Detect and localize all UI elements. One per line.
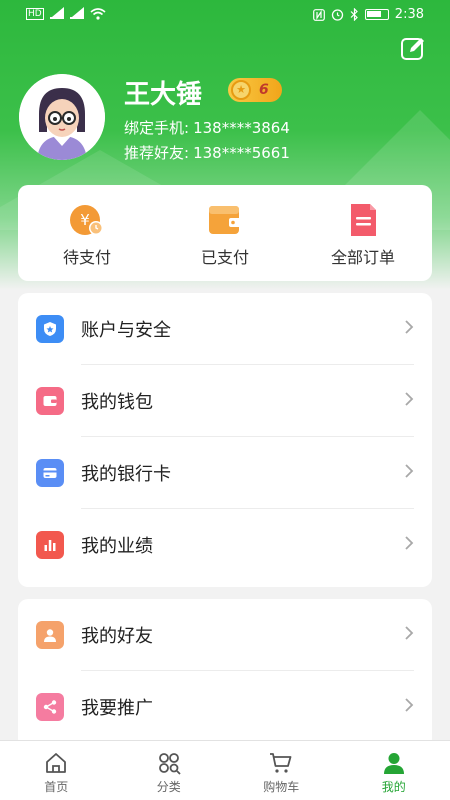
bound-phone-label: 绑定手机:: [124, 119, 190, 137]
hd-indicator: HD: [26, 8, 44, 20]
menu-item-performance[interactable]: 我的业绩: [18, 509, 432, 581]
chevron-right-icon: [404, 535, 414, 556]
battery-icon: [364, 9, 389, 20]
tab-home[interactable]: 首页: [0, 741, 113, 800]
shield-icon: [36, 315, 64, 343]
order-all-label: 全部订单: [330, 248, 395, 267]
avatar[interactable]: [19, 74, 105, 160]
bluetooth-icon: [350, 8, 358, 21]
referrer-value: 138****5661: [193, 144, 290, 162]
wallet-icon: [36, 387, 64, 415]
edit-profile-button[interactable]: [400, 36, 426, 62]
status-time: 2:38: [394, 7, 424, 22]
referrer-label: 推荐好友:: [124, 144, 190, 162]
bank-card-icon: [36, 459, 64, 487]
chevron-right-icon: [404, 697, 414, 718]
menu-item-account-security[interactable]: 账户与安全: [18, 293, 432, 365]
menu-item-label: 我的银行卡: [81, 464, 171, 485]
alarm-icon: [331, 9, 343, 21]
chevron-right-icon: [404, 625, 414, 646]
wallet-paid-icon: [207, 202, 243, 238]
order-list-icon: [345, 202, 381, 238]
tab-label: 我的: [381, 780, 406, 794]
avatar-illustration: [19, 74, 105, 160]
svg-text:¥: ¥: [80, 211, 90, 229]
user-name: 王大锤: [124, 80, 203, 110]
status-left: HD: [26, 7, 106, 20]
menu-item-wallet[interactable]: 我的钱包: [18, 365, 432, 437]
tab-label: 分类: [156, 780, 181, 794]
orders-card: ¥ 待支付 已支付 全部订单: [18, 185, 432, 281]
menu-group-account: 账户与安全 我的钱包 我的银行卡 我的业绩: [18, 293, 432, 587]
signal-icon: [69, 7, 84, 19]
tab-category[interactable]: 分类: [113, 741, 226, 800]
category-icon: [156, 750, 182, 776]
order-paid-label: 已支付: [200, 248, 249, 267]
order-all[interactable]: 全部订单: [294, 185, 432, 281]
bound-phone-value: 138****3864: [193, 119, 290, 137]
status-right: 2:38: [312, 7, 424, 22]
profile-icon: [381, 750, 407, 776]
order-pending-payment-label: 待支付: [62, 248, 111, 267]
share-icon: [36, 693, 64, 721]
home-icon: [43, 750, 69, 776]
tab-profile[interactable]: 我的: [338, 741, 450, 800]
tab-label: 首页: [44, 780, 69, 794]
edit-icon: [401, 38, 424, 60]
bottom-tab-bar: 首页 分类 购物车 我的: [0, 740, 450, 800]
tab-cart[interactable]: 购物车: [225, 741, 338, 800]
menu-item-friends[interactable]: 我的好友: [18, 599, 432, 671]
menu-group-social: 我的好友 我要推广: [18, 599, 432, 749]
star-coin-icon: ★: [231, 80, 251, 100]
bound-phone-line: 绑定手机: 138****3864: [124, 117, 290, 138]
menu-item-label: 我要推广: [81, 698, 153, 719]
pending-payment-icon: ¥: [69, 202, 105, 238]
menu-item-bank-card[interactable]: 我的银行卡: [18, 437, 432, 509]
cart-icon: [268, 750, 294, 776]
menu-item-promote[interactable]: 我要推广: [18, 671, 432, 743]
level-badge: ★ 6: [228, 78, 282, 102]
friend-icon: [36, 621, 64, 649]
level-number: 6: [259, 82, 269, 98]
menu-item-label: 我的好友: [81, 626, 153, 647]
signal-icon: [49, 7, 64, 19]
status-bar: HD 2:38: [0, 0, 450, 30]
bar-chart-icon: [36, 531, 64, 559]
menu-item-label: 账户与安全: [81, 320, 171, 341]
chevron-right-icon: [404, 463, 414, 484]
order-paid[interactable]: 已支付: [156, 185, 294, 281]
chevron-right-icon: [404, 391, 414, 412]
tab-label: 购物车: [263, 780, 300, 794]
menu-item-label: 我的业绩: [81, 536, 153, 557]
chevron-right-icon: [404, 319, 414, 340]
nfc-icon: [312, 8, 325, 21]
menu-item-label: 我的钱包: [81, 392, 153, 413]
order-pending-payment[interactable]: ¥ 待支付: [18, 185, 156, 281]
wifi-icon: [90, 8, 106, 20]
referrer-line: 推荐好友: 138****5661: [124, 142, 290, 163]
